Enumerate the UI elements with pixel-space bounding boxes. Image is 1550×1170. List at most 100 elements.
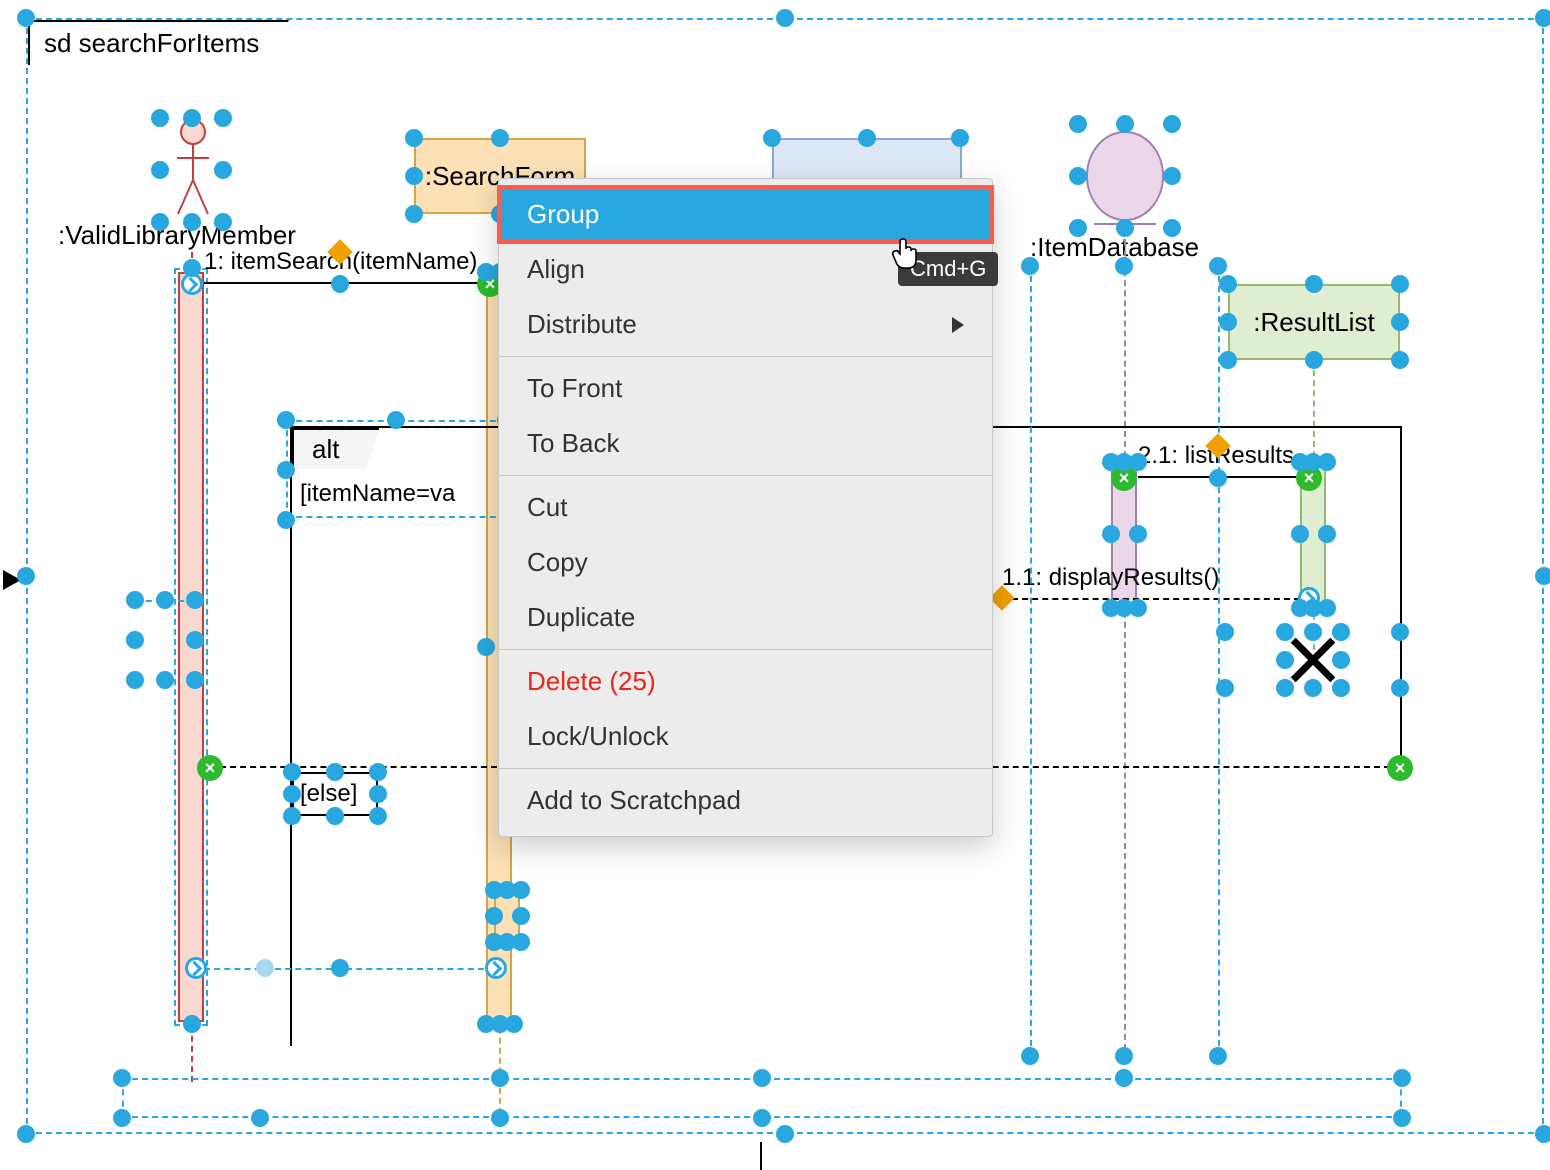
resize-handle[interactable] (1115, 1069, 1133, 1087)
resize-handle[interactable] (505, 1015, 523, 1033)
resize-handle[interactable] (405, 205, 423, 223)
resize-handle[interactable] (1116, 219, 1134, 237)
resize-handle[interactable] (214, 109, 232, 127)
resize-handle[interactable] (1129, 453, 1147, 471)
resize-handle[interactable] (405, 167, 423, 185)
resize-handle[interactable] (1304, 679, 1322, 697)
menu-delete[interactable]: Delete (25) (499, 654, 992, 709)
resize-handle[interactable] (186, 671, 204, 689)
resize-handle[interactable] (512, 881, 530, 899)
resize-handle[interactable] (1115, 257, 1133, 275)
resize-handle[interactable] (1391, 623, 1409, 641)
resize-handle[interactable] (326, 763, 344, 781)
lifeline-result-list[interactable]: :ResultList (1228, 284, 1400, 360)
resize-handle[interactable] (277, 411, 295, 429)
resize-handle[interactable] (1069, 167, 1087, 185)
return-line[interactable] (204, 968, 494, 970)
resize-handle[interactable] (277, 461, 295, 479)
endpoint-icon[interactable] (185, 957, 207, 979)
resize-handle[interactable] (151, 109, 169, 127)
resize-handle[interactable] (753, 1109, 771, 1127)
resize-handle[interactable] (331, 959, 349, 977)
frame-title[interactable]: sd searchForItems (28, 20, 289, 65)
resize-handle[interactable] (1332, 679, 1350, 697)
resize-handle[interactable] (1216, 623, 1234, 641)
resize-handle[interactable] (1291, 525, 1309, 543)
resize-handle[interactable] (1318, 525, 1336, 543)
resize-handle[interactable] (214, 161, 232, 179)
resize-handle[interactable] (1391, 275, 1409, 293)
menu-lock[interactable]: Lock/Unlock (499, 709, 992, 764)
resize-handle[interactable] (151, 161, 169, 179)
resize-handle[interactable] (151, 213, 169, 231)
resize-handle[interactable] (369, 763, 387, 781)
resize-handle[interactable] (387, 411, 405, 429)
resize-handle[interactable] (1219, 351, 1237, 369)
resize-handle[interactable] (1318, 599, 1336, 617)
resize-handle[interactable] (326, 807, 344, 825)
resize-handle[interactable] (156, 591, 174, 609)
resize-handle[interactable] (1276, 679, 1294, 697)
resize-handle[interactable] (776, 9, 794, 27)
resize-handle[interactable] (1021, 257, 1039, 275)
resize-handle[interactable] (1535, 567, 1550, 585)
resize-handle[interactable] (1276, 623, 1294, 641)
resize-handle[interactable] (283, 807, 301, 825)
resize-handle[interactable] (1391, 679, 1409, 697)
resize-handle[interactable] (1021, 1047, 1039, 1065)
resize-handle[interactable] (277, 511, 295, 529)
resize-handle[interactable] (1209, 1047, 1227, 1065)
resize-handle[interactable] (283, 763, 301, 781)
message-line[interactable] (1002, 598, 1300, 600)
message-display-results[interactable]: 1.1: displayResults() (1002, 564, 1219, 592)
resize-handle[interactable] (283, 785, 301, 803)
resize-handle[interactable] (858, 129, 876, 147)
resize-handle[interactable] (156, 671, 174, 689)
resize-handle[interactable] (1276, 651, 1294, 669)
menu-copy[interactable]: Copy (499, 535, 992, 590)
resize-handle[interactable] (17, 9, 35, 27)
resize-handle[interactable] (1393, 1109, 1411, 1127)
resize-handle[interactable] (1393, 1069, 1411, 1087)
resize-handle[interactable] (183, 1015, 201, 1033)
resize-handle[interactable] (753, 1069, 771, 1087)
menu-scratchpad[interactable]: Add to Scratchpad (499, 773, 992, 828)
resize-handle[interactable] (1332, 651, 1350, 669)
resize-handle[interactable] (113, 1069, 131, 1087)
resize-handle[interactable] (1216, 679, 1234, 697)
resize-handle[interactable] (1219, 313, 1237, 331)
menu-cut[interactable]: Cut (499, 480, 992, 535)
menu-duplicate[interactable]: Duplicate (499, 590, 992, 645)
resize-handle[interactable] (369, 807, 387, 825)
lifeline-item-database[interactable] (1080, 128, 1170, 228)
resize-handle[interactable] (1391, 313, 1409, 331)
resize-handle[interactable] (126, 631, 144, 649)
resize-handle[interactable] (1069, 219, 1087, 237)
resize-handle[interactable] (1069, 115, 1087, 133)
resize-handle[interactable] (1305, 351, 1323, 369)
resize-handle[interactable] (17, 567, 35, 585)
resize-handle[interactable] (251, 1109, 269, 1127)
resize-handle[interactable] (491, 1109, 509, 1127)
resize-handle[interactable] (183, 259, 201, 277)
endpoint-icon[interactable] (485, 957, 507, 979)
resize-handle[interactable] (776, 1125, 794, 1143)
resize-handle[interactable] (214, 213, 232, 231)
resize-handle[interactable] (183, 213, 201, 231)
resize-handle[interactable] (1102, 525, 1120, 543)
resize-handle[interactable] (1163, 115, 1181, 133)
resize-handle[interactable] (477, 638, 495, 656)
resize-handle[interactable] (951, 129, 969, 147)
resize-handle[interactable] (126, 671, 144, 689)
actor-icon[interactable] (174, 118, 212, 218)
waypoint-handle[interactable] (256, 959, 274, 977)
resize-handle[interactable] (1115, 1047, 1133, 1065)
resize-handle[interactable] (512, 933, 530, 951)
resize-handle[interactable] (1219, 275, 1237, 293)
resize-handle[interactable] (1391, 351, 1409, 369)
menu-group[interactable]: Group (499, 187, 992, 242)
resize-handle[interactable] (1304, 623, 1322, 641)
resize-handle[interactable] (1129, 525, 1147, 543)
resize-handle[interactable] (405, 129, 423, 147)
resize-handle[interactable] (1209, 469, 1227, 487)
